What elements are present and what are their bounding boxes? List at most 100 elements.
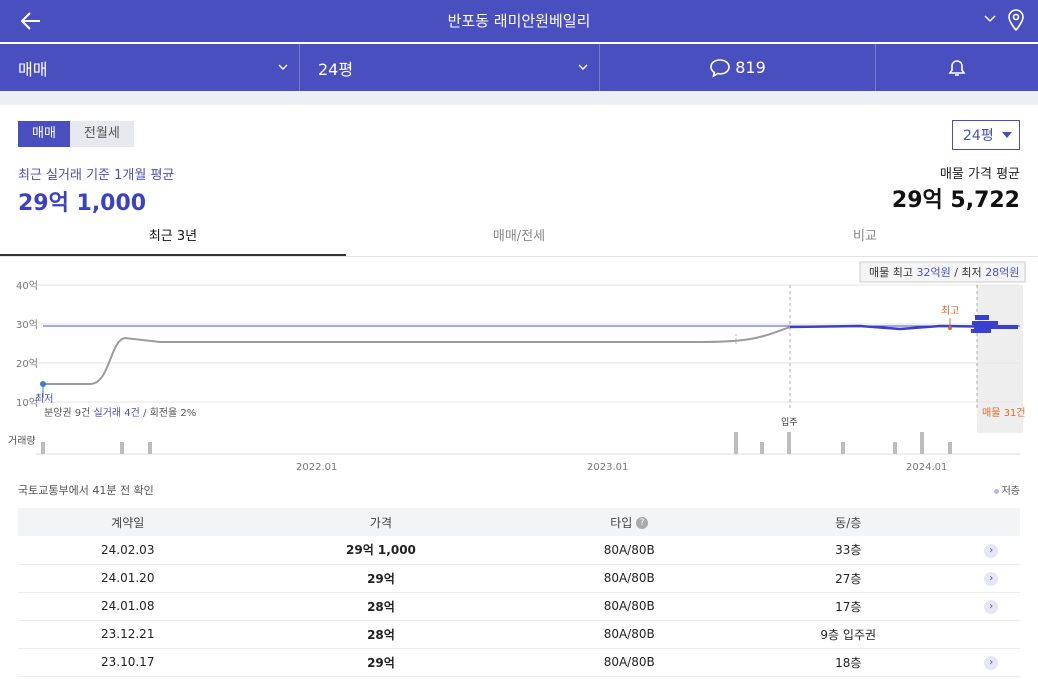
transaction-table: 계약일 가격 타입 ? 동/층 24.02.03 29억 1,000 80A/80B…	[18, 508, 1020, 677]
volume-bar	[760, 442, 764, 454]
comments-count: 819	[735, 58, 766, 77]
tab-compare[interactable]: 비교	[692, 222, 1038, 256]
chevron-down-icon	[578, 64, 588, 70]
cell-date: 24.01.08	[18, 592, 238, 621]
cell-action: ›	[962, 564, 1020, 593]
volume-bar	[148, 442, 152, 454]
header-price: 가격	[237, 508, 525, 536]
comments-button[interactable]: 819	[600, 44, 876, 91]
listing-average-label: 매물 가격 평균	[939, 167, 1020, 182]
cell-action: ›	[962, 592, 1020, 621]
series-line	[43, 326, 791, 385]
row-detail-chevron-icon[interactable]: ›	[984, 572, 999, 586]
y-tick-label: 30억	[16, 319, 38, 331]
tooltip-text: 매물 최고 32억원 / 최저 28억원	[869, 266, 1019, 279]
y-tick-label: 20억	[16, 358, 38, 370]
area-label: 24평	[318, 59, 354, 79]
cell-floor: 9층 입주권	[734, 620, 963, 649]
listing-mark	[971, 329, 991, 333]
recent-average-label: 최근 실거래 기준 1개월 평균	[18, 168, 175, 183]
listing-count-label: 매물 31건	[982, 407, 1026, 419]
cell-price: 28억	[237, 592, 525, 621]
header-date: 계약일	[18, 508, 238, 536]
volume-bar	[787, 432, 791, 454]
chart-grid: 40억30억20억10억2022.01 2023.01 2024.01	[16, 280, 1020, 473]
tab-buy-rent[interactable]: 매매/전세	[346, 222, 692, 256]
trade-type-label: 매매	[18, 59, 48, 79]
high-label: 최고	[941, 305, 959, 317]
bell-icon	[948, 59, 966, 76]
cell-price: 29억 1,000	[237, 536, 525, 565]
cell-type: 80A/80B	[524, 648, 735, 677]
area-dropdown-button[interactable]: 24평	[952, 120, 1020, 150]
cell-type: 80A/80B	[524, 592, 735, 621]
filter-bar: 매매 24평 819	[0, 44, 1038, 91]
volume-bar	[41, 442, 45, 454]
notification-button[interactable]	[876, 44, 1038, 91]
table-row[interactable]: 24.02.03 29억 1,000 80A/80B 33층 ›	[18, 536, 1020, 565]
listing-mark	[974, 325, 1018, 329]
cell-floor: 27층	[734, 564, 963, 593]
cell-action	[962, 620, 1020, 649]
area-dropdown-label: 24평	[963, 128, 994, 144]
x-tick-label: 2023.01	[587, 462, 628, 473]
app-header: 반포동 래미안원베일리	[0, 0, 1038, 42]
segment-buy[interactable]: 매매	[18, 121, 70, 147]
area-select[interactable]: 24평	[300, 44, 600, 91]
listing-average-value: 29억 5,722	[891, 188, 1020, 213]
table-row[interactable]: 23.10.17 29억 80A/80B 18층 ›	[18, 648, 1020, 677]
price-series	[40, 315, 1019, 398]
row-detail-chevron-icon[interactable]: ›	[984, 543, 999, 558]
price-chart: 40억30억20억10억2022.01 2023.01 2024.01 매물 최고 …	[8, 261, 1026, 473]
volume-bar	[120, 442, 124, 454]
legend-low-floor: 저층	[993, 482, 1020, 497]
cell-date: 24.02.03	[18, 536, 238, 565]
cell-date: 23.10.17	[18, 648, 238, 677]
cell-type: 80A/80B	[524, 620, 735, 649]
cell-price: 29억	[237, 648, 525, 677]
chevron-down-icon	[278, 64, 288, 70]
cell-price: 28억	[237, 620, 525, 649]
trade-type-select[interactable]: 매매	[0, 44, 300, 91]
cell-price: 29억	[237, 564, 525, 593]
table-row[interactable]: 24.01.20 29억 80A/80B 27층 ›	[18, 564, 1020, 593]
cell-date: 23.12.21	[18, 620, 238, 649]
source-note: 국토교통부에서 41분 전 확인	[18, 484, 154, 497]
table-header-row: 계약일 가격 타입 ? 동/층	[18, 508, 1020, 536]
section-divider	[0, 91, 1038, 105]
table-row[interactable]: 24.01.08 28억 80A/80B 17층 ›	[18, 592, 1020, 621]
cell-floor: 33층	[734, 536, 963, 565]
high-point-marker	[948, 326, 952, 330]
listing-mark	[972, 321, 998, 325]
cell-action: ›	[962, 648, 1020, 677]
row-detail-chevron-icon[interactable]: ›	[984, 600, 999, 614]
cell-floor: 17층	[734, 592, 963, 621]
recent-average-value: 29억 1,000	[18, 191, 147, 216]
tab-recent-3y[interactable]: 최근 3년	[0, 222, 346, 256]
map-pin-icon[interactable]	[1006, 8, 1026, 32]
period-tabs: 최근 3년 매매/전세 비교	[0, 222, 1038, 257]
header-action	[962, 508, 1020, 536]
volume-bar	[734, 432, 738, 454]
volume-bar	[893, 442, 897, 454]
legend-dot	[993, 488, 999, 494]
low-label: 최저	[35, 393, 53, 405]
page-title: 반포동 래미안원베일리	[447, 12, 591, 30]
trade-segment: 매매 전월세	[18, 121, 134, 147]
help-icon[interactable]: ?	[636, 517, 649, 529]
volume-bar	[920, 432, 924, 454]
table-row[interactable]: 23.12.21 28억 80A/80B 9층 입주권	[18, 620, 1020, 649]
cell-action: ›	[962, 536, 1020, 565]
volume-bar	[841, 442, 845, 454]
cell-date: 24.01.20	[18, 564, 238, 593]
chevron-down-icon[interactable]	[983, 12, 997, 26]
trade-summary: 분양권 9건 실거래 4건 / 회전율 2%	[44, 407, 196, 419]
cell-type: 80A/80B	[524, 536, 735, 565]
volume-label: 거래량	[8, 435, 36, 447]
volume-bars	[41, 334, 952, 454]
cell-floor: 18층	[734, 648, 963, 677]
triangle-down-icon	[1001, 132, 1012, 138]
segment-rent[interactable]: 전월세	[69, 121, 134, 147]
x-tick-label: 2024.01	[906, 462, 947, 473]
row-detail-chevron-icon[interactable]: ›	[984, 656, 999, 670]
